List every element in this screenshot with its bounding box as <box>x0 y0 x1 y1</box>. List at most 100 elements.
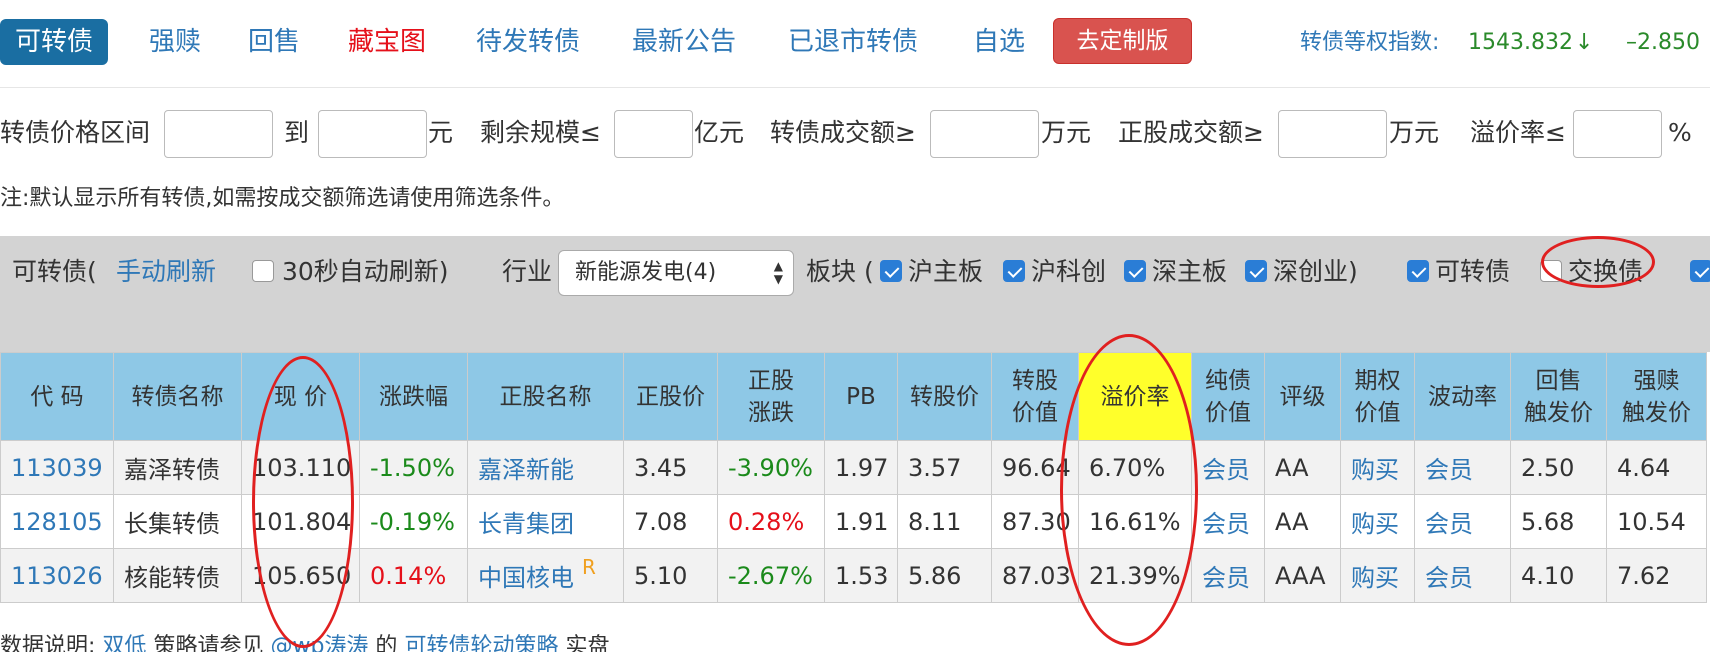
cell-value[interactable]: 会员 <box>1425 510 1473 538</box>
board-checkbox-sz-gem[interactable] <box>1245 260 1267 282</box>
cell-option[interactable]: 购买 <box>1340 494 1415 549</box>
auto-refresh-checkbox[interactable] <box>252 260 274 282</box>
wan-yuan-label: 万元 <box>1041 118 1092 147</box>
cell-value[interactable]: 嘉泽新能 <box>478 456 574 484</box>
type-checkbox-more[interactable] <box>1690 260 1710 282</box>
cell-code[interactable]: 128105 <box>0 494 114 549</box>
column-header-pb[interactable]: PB <box>824 352 898 441</box>
column-header-text: 价值 <box>1354 399 1401 426</box>
board-checkbox-sh-star[interactable] <box>1003 260 1025 282</box>
column-header-text: 价值 <box>1205 399 1251 426</box>
cell-premium: 6.70% <box>1078 440 1192 495</box>
toolbar <box>0 236 1710 352</box>
cell-value: 101.804 <box>252 507 352 536</box>
cell-option[interactable]: 购买 <box>1340 548 1415 603</box>
cell-stock[interactable]: 嘉泽新能 <box>467 440 624 495</box>
cell-bond-value[interactable]: 会员 <box>1191 494 1265 549</box>
footer-link-strategy[interactable]: 可转债轮动策略 <box>404 634 558 652</box>
premium-input[interactable] <box>1573 110 1662 158</box>
column-header-change[interactable]: 涨跌幅 <box>359 352 468 441</box>
cell-name: 核能转债 <box>113 548 242 603</box>
cell-value[interactable]: 中国核电 <box>478 564 574 592</box>
cell-value[interactable]: 113039 <box>11 454 103 482</box>
cell-value: 1.97 <box>835 453 889 482</box>
cell-value: AA <box>1275 453 1309 482</box>
cell-value[interactable]: 会员 <box>1425 456 1473 484</box>
cell-premium: 16.61% <box>1078 494 1192 549</box>
cell-code[interactable]: 113039 <box>0 440 114 495</box>
cell-value[interactable]: 购买 <box>1351 564 1399 592</box>
tab-forced-redemption[interactable]: 强赎 <box>149 19 201 65</box>
industry-label: 行业 <box>502 257 553 286</box>
cell-code[interactable]: 113026 <box>0 548 114 603</box>
tab-delisted-bonds[interactable]: 已退市转债 <box>788 19 918 65</box>
cell-bond-value[interactable]: 会员 <box>1191 440 1265 495</box>
cell-value[interactable]: 会员 <box>1202 456 1250 484</box>
tab-treasure-map[interactable]: 藏宝图 <box>348 19 426 65</box>
cell-stock[interactable]: 长青集团 <box>467 494 624 549</box>
column-header-option-value[interactable]: 期权 价值 <box>1340 352 1415 441</box>
cell-value[interactable]: 购买 <box>1351 510 1399 538</box>
cell-pb: 1.91 <box>824 494 898 549</box>
column-header-volatility[interactable]: 波动率 <box>1414 352 1511 441</box>
cell-value[interactable]: 128105 <box>11 508 103 536</box>
table-header-row: 代 码转债名称现 价涨跌幅 正股名称 正股价 正股 涨跌 PB 转股价 转股 价值 溢价率 纯债 价值… <box>0 352 1707 441</box>
column-header-price[interactable]: 现 价 <box>241 352 360 441</box>
cell-value: 8.11 <box>908 507 962 536</box>
cell-value[interactable]: 113026 <box>11 562 103 590</box>
bond-turnover-input[interactable] <box>930 110 1039 158</box>
cell-value: 嘉泽转债 <box>124 456 220 484</box>
manual-refresh-link[interactable]: 手动刷新 <box>116 255 216 289</box>
cell-value: 96.64 <box>1002 453 1071 482</box>
industry-select[interactable]: 新能源发电(4) ▲ ▼ <box>558 250 794 296</box>
tab-pending-bonds[interactable]: 待发转债 <box>476 19 580 65</box>
column-header-code[interactable]: 代 码 <box>0 352 114 441</box>
cell-value[interactable]: 会员 <box>1425 564 1473 592</box>
cell-value[interactable]: 会员 <box>1202 510 1250 538</box>
stock-turnover-input[interactable] <box>1278 110 1387 158</box>
cell-stock-price: 3.45 <box>623 440 718 495</box>
board-checkbox-sh-main[interactable] <box>880 260 902 282</box>
r-badge-icon: R <box>582 555 596 579</box>
tab-put-back[interactable]: 回售 <box>248 19 300 65</box>
remaining-scale-label: 剩余规模≤ <box>480 118 601 147</box>
footer-link-double-low[interactable]: 双低 <box>102 634 146 652</box>
column-header-conversion-value[interactable]: 转股 价值 <box>991 352 1079 441</box>
type-checkbox-convertible[interactable] <box>1407 260 1429 282</box>
tab-latest-announcements[interactable]: 最新公告 <box>632 19 736 65</box>
column-header-stock-change[interactable]: 正股 涨跌 <box>717 352 825 441</box>
column-header-call-trigger[interactable]: 强赎 触发价 <box>1606 352 1707 441</box>
column-header-bond-name[interactable]: 转债名称 <box>113 352 242 441</box>
price-min-input[interactable] <box>164 110 273 158</box>
cell-stock[interactable]: 中国核电 R <box>467 548 624 603</box>
column-header-stock-price[interactable]: 正股价 <box>623 352 718 441</box>
column-header-premium[interactable]: 溢价率 <box>1078 352 1192 441</box>
cell-value: 核能转债 <box>124 564 220 592</box>
type-label-convertible: 可转债 <box>1435 257 1511 286</box>
remaining-scale-input[interactable] <box>614 110 693 158</box>
board-checkbox-sz-main[interactable] <box>1124 260 1146 282</box>
cell-value[interactable]: 长青集团 <box>478 510 574 538</box>
cell-bond-value[interactable]: 会员 <box>1191 548 1265 603</box>
cell-vol[interactable]: 会员 <box>1414 494 1511 549</box>
tab-convertible-bonds[interactable]: 可转债 <box>0 19 109 65</box>
cell-put: 2.50 <box>1510 440 1607 495</box>
cell-option[interactable]: 购买 <box>1340 440 1415 495</box>
cell-vol[interactable]: 会员 <box>1414 440 1511 495</box>
table-row: 113026 核能转债 105.650 0.14% 中国核电 R 5.10 -2.67% 1.5… <box>0 548 1707 603</box>
footer-link-author[interactable]: @wp涛涛 <box>270 634 368 652</box>
cell-conv-value: 96.64 <box>991 440 1079 495</box>
column-header-conversion-price[interactable]: 转股价 <box>897 352 992 441</box>
cell-value: 长集转债 <box>124 510 220 538</box>
tab-watchlist[interactable]: 自选 <box>973 19 1025 65</box>
custom-version-button[interactable]: 去定制版 <box>1053 18 1192 64</box>
cell-vol[interactable]: 会员 <box>1414 548 1511 603</box>
column-header-put-trigger[interactable]: 回售 触发价 <box>1510 352 1607 441</box>
type-checkbox-exchangeable[interactable] <box>1540 260 1562 282</box>
cell-value[interactable]: 购买 <box>1351 456 1399 484</box>
column-header-bond-value[interactable]: 纯债 价值 <box>1191 352 1265 441</box>
column-header-rating[interactable]: 评级 <box>1264 352 1341 441</box>
price-max-input[interactable] <box>318 110 427 158</box>
column-header-stock-name[interactable]: 正股名称 <box>467 352 624 441</box>
cell-value[interactable]: 会员 <box>1202 564 1250 592</box>
